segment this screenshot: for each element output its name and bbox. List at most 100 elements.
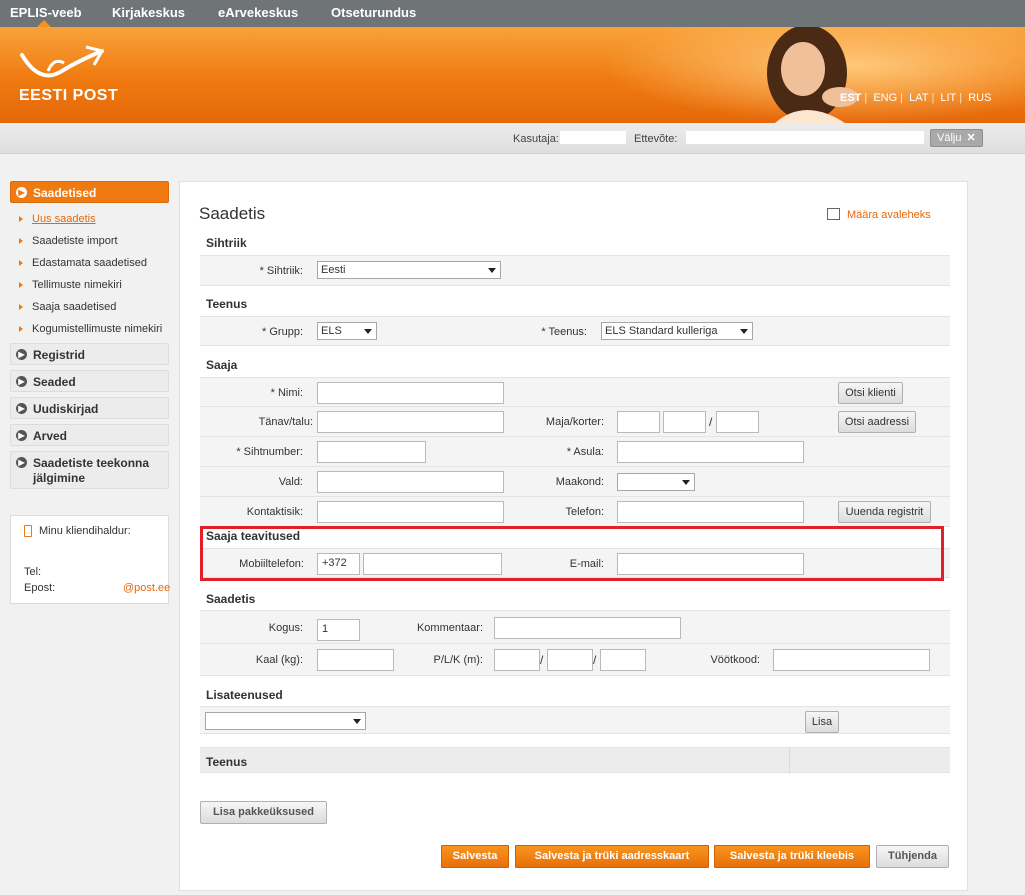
post-horn-logo-icon[interactable]: [18, 45, 104, 89]
arrow-right-icon: [19, 260, 23, 266]
tanav-label: Tänav/talu:: [258, 416, 313, 428]
company-label: Ettevõte:: [634, 133, 678, 145]
account-manager-title: Minu kliendihaldur:: [39, 525, 131, 537]
lisateenused-select[interactable]: [205, 712, 366, 730]
sidebar-item-uudiskirjad[interactable]: ▶ Uudiskirjad: [10, 397, 169, 419]
lang-est[interactable]: EST: [840, 92, 861, 104]
asula-input[interactable]: [617, 441, 804, 463]
row-sihtnumber: * Sihtnumber: * Asula:: [200, 437, 950, 467]
separator: /: [593, 653, 597, 667]
section-sihtriik: Sihtriik: [206, 236, 247, 250]
nav-eplis-veeb[interactable]: EPLIS-veeb: [10, 5, 82, 20]
sidebar-item-seaded[interactable]: ▶ Seaded: [10, 370, 169, 392]
row-kontaktisik: Kontaktisik: Telefon: Uuenda registrit: [200, 497, 950, 527]
vootkood-label: Vöötkood:: [710, 654, 760, 666]
sidebar-item-arved[interactable]: ▶ Arved: [10, 424, 169, 446]
sidebar-subitem-kogumistellimuste[interactable]: Kogumistellimuste nimekiri: [10, 318, 169, 340]
lang-lat[interactable]: LAT: [909, 92, 928, 104]
sihtnumber-input[interactable]: [317, 441, 426, 463]
row-teenus: * Grupp: ELS * Teenus: ELS Standard kull…: [200, 316, 950, 346]
logout-label: Välju: [937, 132, 962, 144]
phone-icon: [24, 525, 32, 537]
chevron-down-icon: [364, 329, 372, 334]
tanav-input[interactable]: [317, 411, 504, 433]
logout-button[interactable]: Välju ✕: [930, 129, 983, 147]
maja-input-2[interactable]: [663, 411, 706, 433]
clear-button[interactable]: Tühjenda: [876, 845, 949, 868]
maakond-select[interactable]: [617, 473, 695, 491]
kontaktisik-label: Kontaktisik:: [246, 506, 303, 518]
sidebar-subitem-saadetiste-import[interactable]: Saadetiste import: [10, 230, 169, 252]
sidebar-item-teekonna-jalgimine[interactable]: ▶ Saadetiste teekonna jälgimine: [10, 451, 169, 489]
nimi-input[interactable]: [317, 382, 504, 404]
section-saadetis: Saadetis: [206, 592, 256, 606]
save-button[interactable]: Salvesta: [441, 845, 509, 868]
maakond-label: Maakond:: [555, 476, 604, 488]
lang-rus[interactable]: RUS: [968, 92, 991, 104]
lang-lit[interactable]: LIT: [940, 92, 956, 104]
nav-earvekeskus[interactable]: eArvekeskus: [218, 5, 298, 20]
otsi-aadressi-button[interactable]: Otsi aadressi: [838, 411, 916, 433]
sidebar: ▶ Saadetised Uus saadetis Saadetiste imp…: [10, 181, 169, 494]
kommentaar-input[interactable]: [494, 617, 681, 639]
sidebar-subitem-label: Uus saadetis: [32, 213, 96, 225]
vootkood-input[interactable]: [773, 649, 930, 671]
sidebar-subitem-uus-saadetis[interactable]: Uus saadetis: [10, 208, 169, 230]
user-name-redacted: [560, 131, 626, 144]
row-kaal: Kaal (kg): P/L/K (m): / / Vöötkood:: [200, 644, 950, 676]
nav-otseturundus[interactable]: Otseturundus: [331, 5, 416, 20]
main-panel: Saadetis Määra avaleheks Sihtriik * Siht…: [179, 181, 968, 891]
lisa-button[interactable]: Lisa: [805, 711, 839, 733]
home-icon: [827, 208, 840, 220]
section-saaja: Saaja: [206, 358, 238, 372]
sihtriik-label: * Sihtriik:: [259, 265, 303, 277]
sihtriik-value: Eesti: [321, 264, 346, 276]
set-homepage-label: Määra avaleheks: [847, 209, 931, 221]
nav-kirjakeskus[interactable]: Kirjakeskus: [112, 5, 185, 20]
laius-input[interactable]: [547, 649, 593, 671]
sidebar-subitem-edastamata[interactable]: Edastamata saadetised: [10, 252, 169, 274]
lang-eng[interactable]: ENG: [873, 92, 897, 104]
sidebar-subitem-saaja-saadetised[interactable]: Saaja saadetised: [10, 296, 169, 318]
sihtriik-select[interactable]: Eesti: [317, 261, 501, 279]
row-sihtriik: * Sihtriik: Eesti: [200, 256, 950, 286]
grupp-select[interactable]: ELS: [317, 322, 377, 340]
sidebar-item-saadetised[interactable]: ▶ Saadetised: [10, 181, 169, 203]
contact-tel-label: Tel:: [24, 566, 42, 578]
kogus-input[interactable]: 1: [317, 619, 360, 641]
pikkus-input[interactable]: [494, 649, 540, 671]
maja-input[interactable]: [617, 411, 660, 433]
kommentaar-label: Kommentaar:: [416, 622, 483, 634]
set-homepage-link[interactable]: Määra avaleheks: [827, 208, 931, 221]
vald-input[interactable]: [317, 471, 504, 493]
sidebar-subitem-tellimuste-nimekiri[interactable]: Tellimuste nimekiri: [10, 274, 169, 296]
lisa-pakkeuksused-button[interactable]: Lisa pakkeüksused: [200, 801, 327, 824]
korter-input[interactable]: [716, 411, 759, 433]
plk-label: P/L/K (m):: [433, 654, 483, 666]
arrow-right-icon: [19, 326, 23, 332]
arrow-circle-icon: ▶: [16, 430, 27, 441]
korgus-input[interactable]: [600, 649, 646, 671]
save-print-label-button[interactable]: Salvesta ja trüki kleebis: [714, 845, 870, 868]
logo-text: EESTI POST: [19, 87, 119, 104]
kontaktisik-input[interactable]: [317, 501, 504, 523]
telefon-input[interactable]: [617, 501, 804, 523]
sidebar-item-registrid[interactable]: ▶ Registrid: [10, 343, 169, 365]
chevron-down-icon: [488, 268, 496, 273]
sidebar-subitem-label: Edastamata saadetised: [32, 257, 147, 269]
sidebar-item-label: Seaded: [33, 375, 76, 389]
otsi-klienti-button[interactable]: Otsi klienti: [838, 382, 903, 404]
kaal-input[interactable]: [317, 649, 394, 671]
contact-email-link[interactable]: @post.ee: [123, 582, 170, 594]
arrow-right-icon: [19, 282, 23, 288]
row-vald: Vald: Maakond:: [200, 467, 950, 497]
teenus-table-title: Teenus: [206, 755, 248, 769]
uuenda-registrit-button[interactable]: Uuenda registrit: [838, 501, 931, 523]
sidebar-item-label: Saadetised: [33, 186, 97, 200]
section-lisateenused: Lisateenused: [206, 688, 283, 702]
language-switcher: EST | ENG | LAT | LIT | RUS: [840, 92, 992, 104]
save-print-address-card-button[interactable]: Salvesta ja trüki aadresskaart: [515, 845, 709, 868]
teenus-select[interactable]: ELS Standard kulleriga: [601, 322, 753, 340]
separator: /: [540, 653, 544, 667]
arrow-right-icon: [19, 238, 23, 244]
